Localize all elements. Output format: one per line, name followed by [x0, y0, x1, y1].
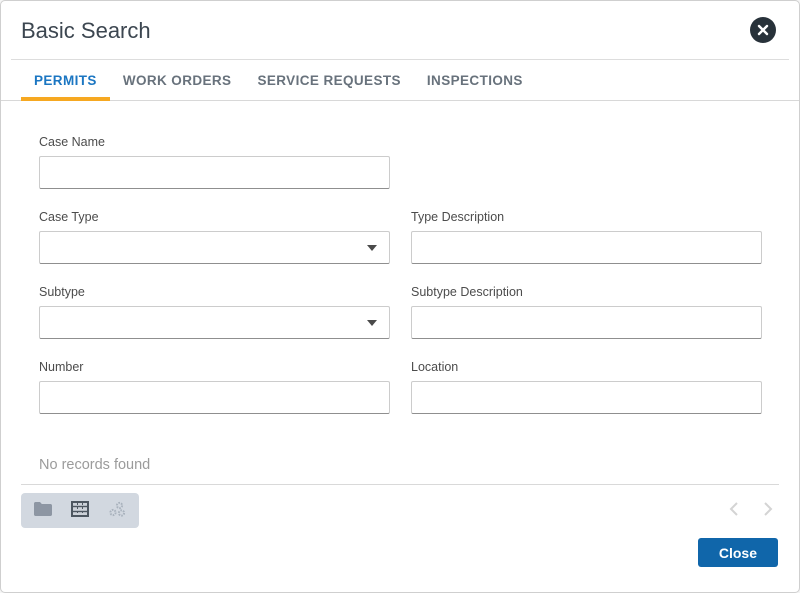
- dialog-close-button[interactable]: [749, 17, 777, 45]
- empty-cell: [411, 135, 762, 189]
- no-records-message: No records found: [39, 457, 799, 473]
- case-type-select[interactable]: [39, 231, 390, 264]
- next-page-button[interactable]: [761, 502, 775, 520]
- tab-bar: PERMITS WORK ORDERS SERVICE REQUESTS INS…: [1, 60, 799, 101]
- subtype-field-group: Subtype: [39, 285, 390, 339]
- subtype-description-input[interactable]: [411, 306, 762, 339]
- dialog-footer: Close: [22, 538, 778, 567]
- dialog-title: Basic Search: [21, 18, 151, 44]
- subtype-select[interactable]: [39, 306, 390, 339]
- view-toolbar: [21, 493, 139, 528]
- subtype-description-field-group: Subtype Description: [411, 285, 762, 339]
- location-input[interactable]: [411, 381, 762, 414]
- tab-work-orders[interactable]: WORK ORDERS: [110, 60, 245, 101]
- chevron-down-icon: [367, 245, 377, 251]
- case-type-field-group: Case Type: [39, 210, 390, 264]
- case-name-input[interactable]: [39, 156, 390, 189]
- close-circle-icon: [750, 17, 776, 46]
- tab-service-requests[interactable]: SERVICE REQUESTS: [244, 60, 413, 101]
- form-row: Subtype Subtype Description: [39, 285, 762, 339]
- location-field-group: Location: [411, 360, 762, 414]
- basic-search-dialog: Basic Search PERMITS WORK ORDERS SERVICE…: [0, 0, 800, 593]
- type-description-label: Type Description: [411, 210, 762, 224]
- folder-icon: [34, 502, 52, 519]
- case-name-field-group: Case Name: [39, 135, 390, 189]
- type-description-input[interactable]: [411, 231, 762, 264]
- folder-view-button[interactable]: [32, 500, 54, 522]
- chevron-right-icon: [763, 501, 773, 520]
- results-divider: [21, 484, 779, 485]
- close-button[interactable]: Close: [698, 538, 778, 567]
- location-label: Location: [411, 360, 762, 374]
- chevron-left-icon: [729, 501, 739, 520]
- form-row: Number Location: [39, 360, 762, 414]
- subtype-label: Subtype: [39, 285, 390, 299]
- chevron-down-icon: [367, 320, 377, 326]
- tab-inspections[interactable]: INSPECTIONS: [414, 60, 536, 101]
- number-label: Number: [39, 360, 390, 374]
- tab-permits[interactable]: PERMITS: [21, 60, 110, 101]
- table-view-button[interactable]: [69, 500, 91, 522]
- workflow-view-button[interactable]: [106, 500, 128, 522]
- subtype-description-label: Subtype Description: [411, 285, 762, 299]
- workflow-gears-icon: [108, 501, 127, 521]
- form-row: Case Name: [39, 135, 762, 189]
- search-form: Case Name Case Type Type Description Sub…: [1, 135, 799, 414]
- case-type-label: Case Type: [39, 210, 390, 224]
- case-name-label: Case Name: [39, 135, 390, 149]
- dialog-header: Basic Search: [1, 1, 799, 59]
- previous-page-button[interactable]: [727, 502, 741, 520]
- type-description-field-group: Type Description: [411, 210, 762, 264]
- form-row: Case Type Type Description: [39, 210, 762, 264]
- pagination: [727, 502, 775, 520]
- results-bottom-bar: [21, 493, 779, 528]
- number-field-group: Number: [39, 360, 390, 414]
- table-icon: [71, 501, 89, 520]
- number-input[interactable]: [39, 381, 390, 414]
